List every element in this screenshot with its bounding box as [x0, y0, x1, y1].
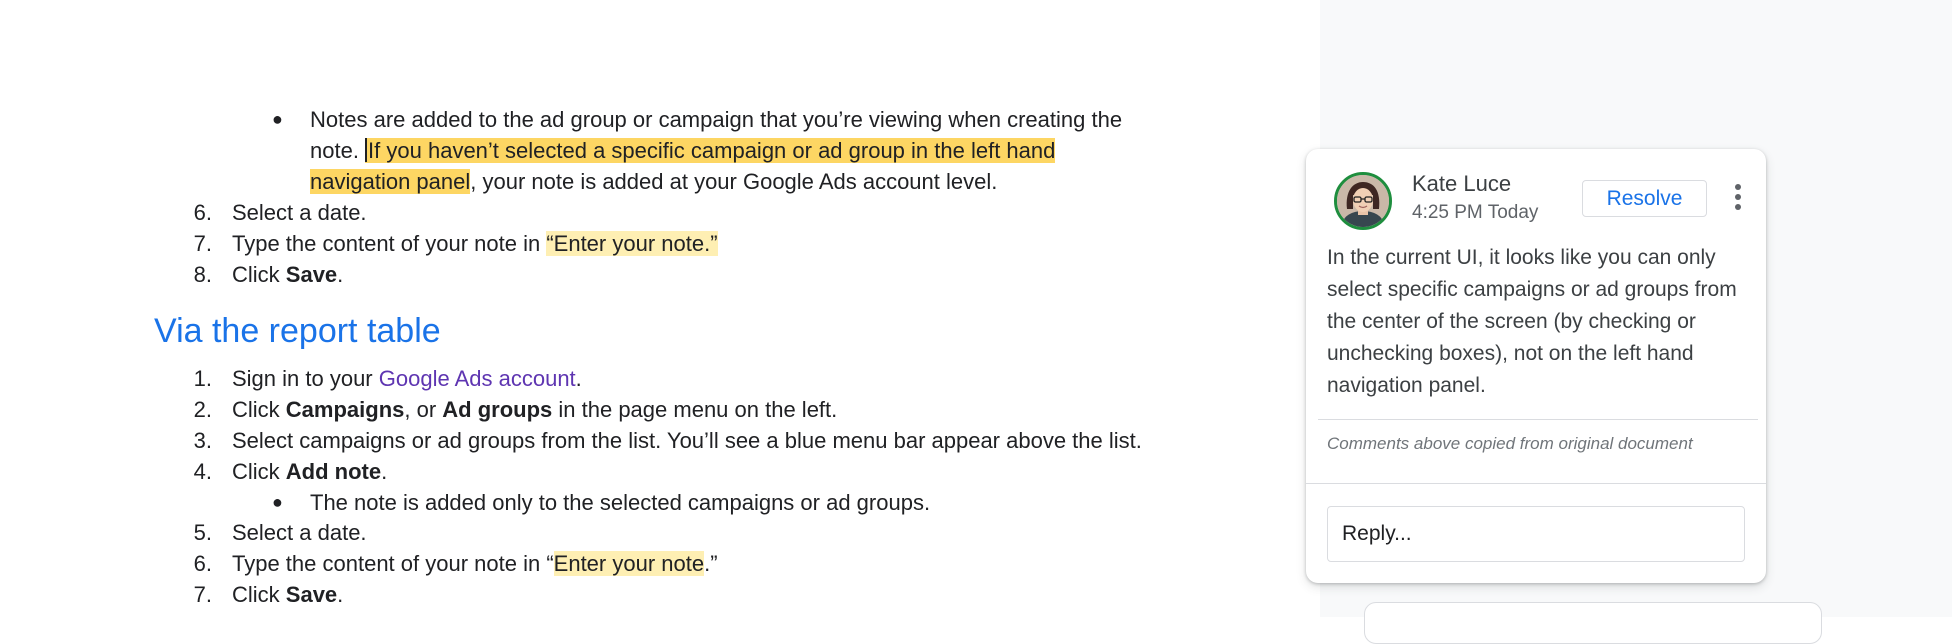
- bullet-text-line: note. If you haven’t selected a specific…: [310, 138, 1056, 163]
- divider: [1306, 483, 1766, 484]
- bullet-text-line: Notes are added to the ad group or campa…: [310, 107, 1123, 132]
- list-number: 2.: [193, 397, 212, 422]
- next-comment-card[interactable]: [1364, 602, 1822, 644]
- list-item-text: Click Campaigns, or Ad groups in the pag…: [232, 397, 838, 422]
- bullet-dot: ●: [272, 109, 283, 129]
- list-number: 5.: [193, 520, 212, 545]
- google-ads-account-link[interactable]: Google Ads account: [379, 366, 576, 391]
- comment-body: In the current UI, it looks like you can…: [1327, 246, 1737, 397]
- resolve-button[interactable]: Resolve: [1582, 180, 1707, 217]
- list-number: 4.: [193, 459, 212, 484]
- bullet-text-line: navigation panel, your note is added at …: [310, 169, 998, 194]
- copied-comments-note: Comments above copied from original docu…: [1327, 434, 1693, 453]
- list-number: 3.: [193, 428, 212, 453]
- highlighted-text[interactable]: “Enter your note.”: [546, 231, 718, 256]
- text-cursor: [365, 138, 368, 162]
- list-item-text: Type the content of your note in “Enter …: [232, 231, 718, 256]
- comment-card[interactable]: Kate Luce 4:25 PM Today Resolve In the c…: [1306, 149, 1766, 583]
- list-number: 6.: [193, 551, 212, 576]
- list-item-text: Click Save.: [232, 582, 344, 607]
- list-number: 8.: [193, 262, 212, 287]
- list-number: 7.: [193, 582, 212, 607]
- document-page[interactable]: ● Notes are added to the ad group or cam…: [0, 0, 1320, 617]
- bullet-text-line: The note is added only to the selected c…: [310, 490, 931, 515]
- list-item-text: Sign in to your Google Ads account.: [232, 366, 582, 391]
- list-item-text: Select campaigns or ad groups from the l…: [232, 428, 1142, 453]
- bullet-dot: ●: [272, 492, 283, 512]
- list-item-text: Select a date.: [232, 200, 367, 225]
- highlighted-commented-text[interactable]: If you haven’t selected a specific campa…: [365, 138, 1056, 163]
- more-vert-icon[interactable]: [1730, 181, 1746, 215]
- section-heading: Via the report table: [154, 312, 441, 350]
- comment-timestamp: 4:25 PM Today: [1412, 202, 1539, 223]
- list-item-text: Click Add note.: [232, 459, 388, 484]
- highlighted-text[interactable]: Enter your note: [553, 551, 705, 576]
- divider: [1318, 419, 1758, 420]
- user-avatar-icon: [1334, 172, 1392, 230]
- highlighted-commented-text[interactable]: navigation panel: [310, 169, 471, 194]
- list-item-text: Click Save.: [232, 262, 344, 287]
- list-number: 1.: [193, 366, 212, 391]
- list-item-text: Type the content of your note in “Enter …: [232, 551, 718, 576]
- list-item-text: Select a date.: [232, 520, 367, 545]
- reply-input[interactable]: [1327, 506, 1745, 562]
- list-number: 7.: [193, 231, 212, 256]
- comment-author: Kate Luce: [1412, 171, 1512, 196]
- list-number: 6.: [193, 200, 212, 225]
